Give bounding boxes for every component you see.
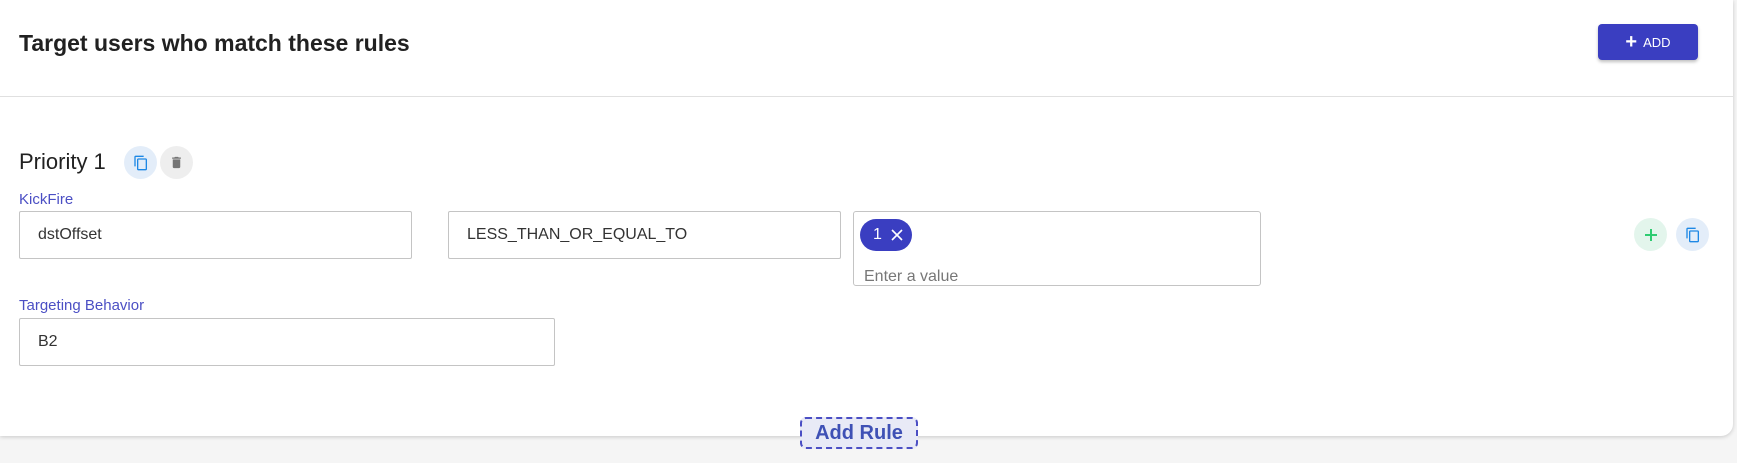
delete-icon bbox=[172, 156, 181, 169]
add-button[interactable]: + ADD bbox=[1598, 24, 1698, 60]
chip-label: 1 bbox=[873, 226, 882, 243]
copy-rule-button[interactable] bbox=[124, 146, 157, 179]
plus-icon: + bbox=[1625, 31, 1638, 53]
priority-title: Priority 1 bbox=[19, 149, 106, 174]
targeting-behavior-label: Targeting Behavior bbox=[19, 297, 145, 314]
operator-value: LESS_THAN_OR_EQUAL_TO bbox=[467, 226, 688, 243]
page-title: Target users who match these rules bbox=[19, 30, 410, 56]
value-chip: 1 bbox=[860, 219, 912, 251]
close-icon[interactable] bbox=[890, 228, 904, 242]
copy-icon bbox=[1685, 227, 1699, 242]
plus-icon bbox=[1644, 228, 1657, 241]
attribute-field[interactable]: dstOffset bbox=[19, 211, 412, 259]
copy-icon bbox=[133, 155, 147, 170]
add-rule-button[interactable]: Add Rule bbox=[800, 417, 918, 449]
add-rule-label: Add Rule bbox=[815, 421, 903, 444]
value-input[interactable]: 1 Enter a value bbox=[853, 211, 1261, 286]
add-button-label: ADD bbox=[1643, 34, 1671, 50]
add-condition-button[interactable] bbox=[1634, 218, 1667, 251]
attribute-value: dstOffset bbox=[38, 226, 102, 243]
copy-condition-button[interactable] bbox=[1676, 218, 1709, 251]
targeting-behavior-value: B2 bbox=[38, 333, 58, 350]
rules-card: Target users who match these rules + ADD… bbox=[0, 0, 1733, 436]
card-header: Target users who match these rules + ADD bbox=[0, 0, 1733, 97]
targeting-behavior-field[interactable]: B2 bbox=[19, 318, 555, 366]
delete-rule-button[interactable] bbox=[160, 146, 193, 179]
operator-field[interactable]: LESS_THAN_OR_EQUAL_TO bbox=[448, 211, 841, 259]
condition-section-label: KickFire bbox=[19, 191, 74, 208]
value-placeholder: Enter a value bbox=[864, 268, 959, 285]
